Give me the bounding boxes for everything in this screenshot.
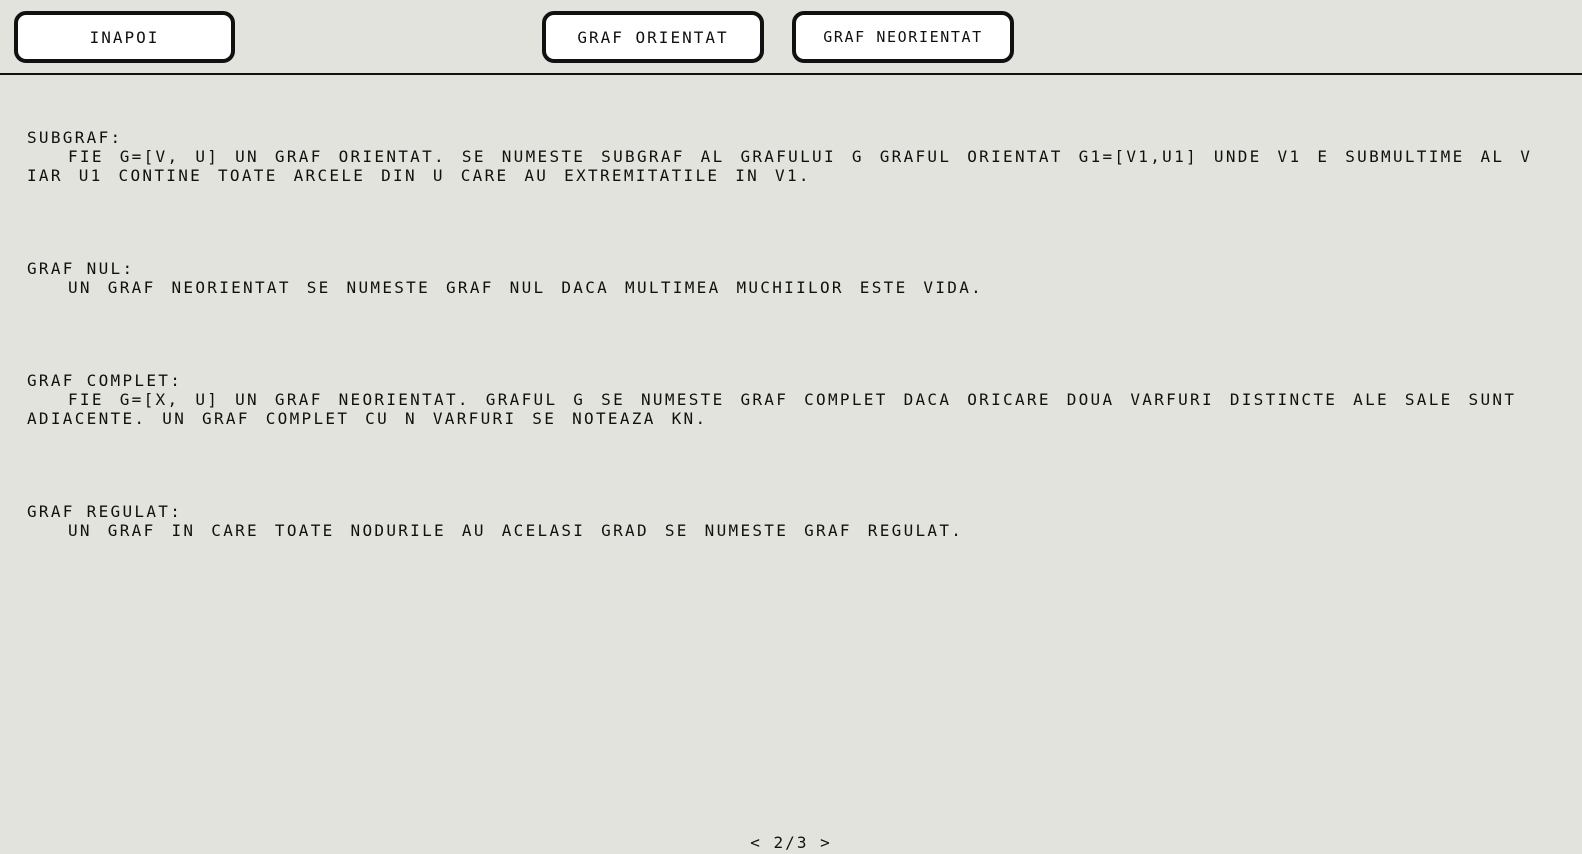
- undirected-graph-button[interactable]: GRAF NEORIENTAT: [792, 11, 1014, 63]
- definition-subgraf: SUBGRAF: FIE G=[V, U] UN GRAF ORIENTAT. …: [27, 128, 1557, 185]
- definition-title: SUBGRAF:: [27, 128, 123, 147]
- back-button[interactable]: INAPOI: [14, 11, 235, 63]
- definition-body: UN GRAF IN CARE TOATE NODURILE AU ACELAS…: [68, 521, 964, 540]
- definitions-content: SUBGRAF: FIE G=[V, U] UN GRAF ORIENTAT. …: [27, 128, 1557, 614]
- definition-graf-complet: GRAF COMPLET: FIE G=[X, U] UN GRAF NEORI…: [27, 371, 1557, 428]
- prev-page-button[interactable]: <: [750, 833, 762, 852]
- definition-graf-nul: GRAF NUL: UN GRAF NEORIENTAT SE NUMESTE …: [27, 259, 1557, 297]
- page-indicator: 2/3: [773, 833, 809, 852]
- directed-graph-button[interactable]: GRAF ORIENTAT: [542, 11, 764, 63]
- definition-title: GRAF COMPLET:: [27, 371, 183, 390]
- top-toolbar: INAPOI GRAF ORIENTAT GRAF NEORIENTAT: [0, 0, 1582, 75]
- definition-graf-regulat: GRAF REGULAT: UN GRAF IN CARE TOATE NODU…: [27, 502, 1557, 540]
- definition-title: GRAF NUL:: [27, 259, 135, 278]
- definition-title: GRAF REGULAT:: [27, 502, 183, 521]
- definition-body: FIE G=[V, U] UN GRAF ORIENTAT. SE NUMEST…: [27, 147, 1533, 185]
- pagination: < 2/3 >: [0, 834, 1582, 852]
- definition-body: UN GRAF NEORIENTAT SE NUMESTE GRAF NUL D…: [68, 278, 984, 297]
- next-page-button[interactable]: >: [820, 833, 832, 852]
- definition-body: FIE G=[X, U] UN GRAF NEORIENTAT. GRAFUL …: [27, 390, 1517, 428]
